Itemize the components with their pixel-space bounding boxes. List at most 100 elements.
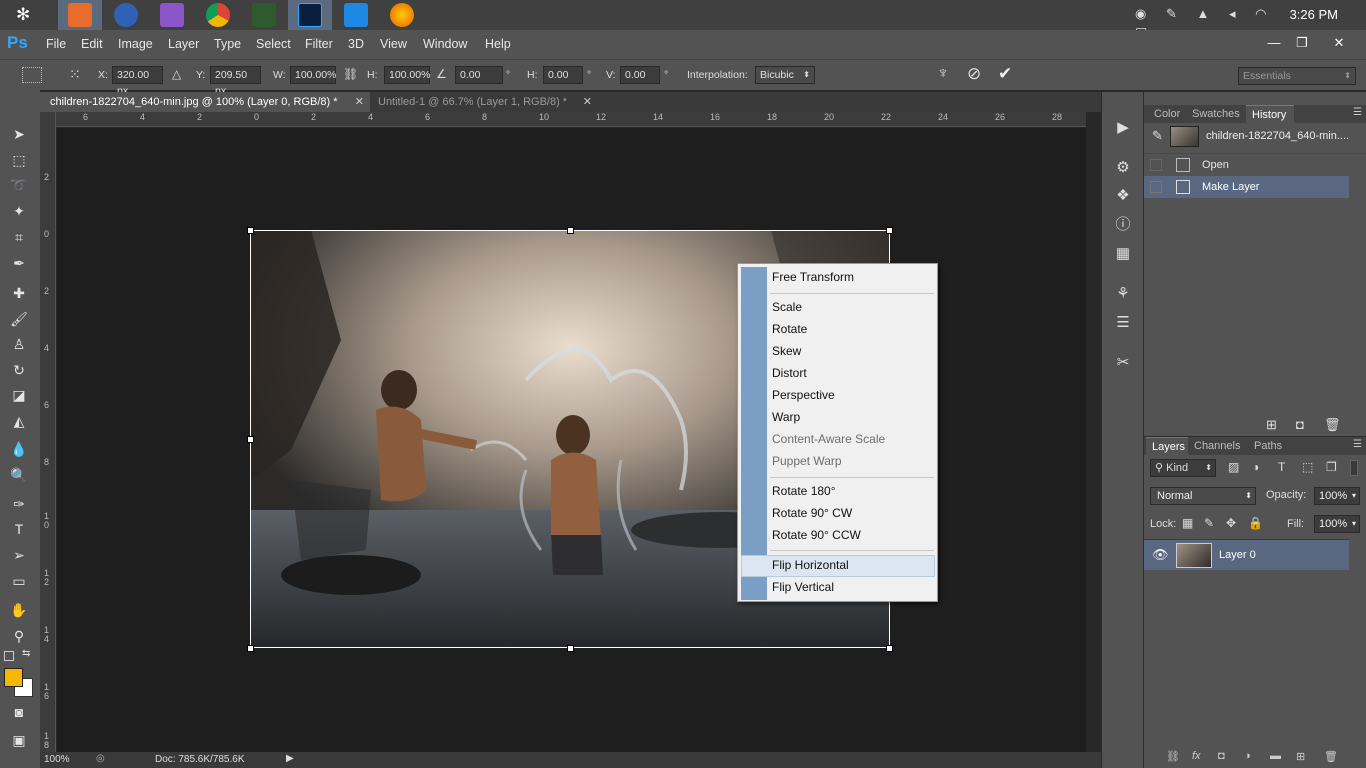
link-icon[interactable]: ⛓ [343,67,358,81]
transform-handle-ml[interactable] [247,436,254,443]
menu-type[interactable]: Type [214,37,241,51]
h-field[interactable]: 100.00% [384,66,430,84]
layer-filter-kind-select[interactable]: ⚲ Kind ⬍ [1150,459,1216,477]
filter-pixel-icon[interactable]: ▨ [1228,460,1239,474]
transform-handle-bc[interactable] [567,645,574,652]
info-icon[interactable]: ⓘ [1113,215,1133,235]
close-tab-icon[interactable]: ✕ [583,92,592,112]
layer-name[interactable]: Layer 0 [1219,549,1256,561]
menu-item-rotate-90-cw[interactable]: Rotate 90° CW [772,503,852,523]
transform-handle-tc[interactable] [567,227,574,234]
delete-state-icon[interactable]: 🗑 [1324,417,1341,433]
filter-smart-object-icon[interactable]: ❐ [1326,460,1337,474]
adjustments-icon[interactable]: ☰ [1113,313,1133,333]
menu-item-rotate-90-ccw[interactable]: Rotate 90° CCW [772,525,861,545]
filter-type-icon[interactable]: T [1278,460,1285,474]
tab-paths[interactable]: Paths [1250,437,1290,455]
new-layer-icon[interactable]: ⊞ [1296,750,1305,763]
menu-item-perspective[interactable]: Perspective [772,385,835,405]
tab-color[interactable]: Color [1148,105,1188,123]
quick-mask-icon[interactable]: ◙ [8,702,30,722]
history-checkbox[interactable] [1150,181,1162,193]
menu-view[interactable]: View [380,37,407,51]
menu-file[interactable]: File [46,37,66,51]
zoom-tool-icon[interactable]: ⚲ [8,626,30,646]
status-menu-arrow-icon[interactable]: ▶ [286,753,294,764]
opacity-field[interactable]: 100% ▾ [1314,487,1360,505]
transform-handle-br[interactable] [886,645,893,652]
adjustment-layer-icon[interactable]: ◑ [1244,750,1251,762]
menu-item-rotate-180[interactable]: Rotate 180° [772,481,836,501]
menu-item-warp[interactable]: Warp [772,407,800,427]
pen-tool-icon[interactable]: ✑ [8,494,30,514]
navigator-icon[interactable]: ⚙ [1113,158,1133,178]
panel-menu-icon[interactable]: ☰ [1353,439,1362,450]
lock-image-icon[interactable]: ✎ [1204,516,1214,530]
menu-item-flip-vertical[interactable]: Flip Vertical [772,577,834,597]
path-selection-tool-icon[interactable]: ➢ [8,545,30,565]
blend-mode-select[interactable]: Normal ⬍ [1150,487,1256,505]
menu-select[interactable]: Select [256,37,291,51]
blur-tool-icon[interactable]: 💧 [8,439,30,459]
tray-icons[interactable]: ◉ ✎ ▲ ◂ ◠ ▭ [1135,6,1275,37]
visibility-eye-icon[interactable]: 👁 [1152,547,1169,563]
lasso-tool-icon[interactable]: ➰ [8,175,30,195]
menu-edit[interactable]: Edit [81,37,103,51]
histogram-icon[interactable]: ▦ [1113,244,1133,264]
w-field[interactable]: 100.00% [290,66,336,84]
lock-all-icon[interactable]: 🔒 [1248,516,1263,530]
tab-layers[interactable]: Layers [1146,437,1188,455]
rectangle-tool-icon[interactable]: ▭ [8,571,30,591]
warp-mode-icon[interactable]: ♆ [937,65,949,83]
commit-transform-icon[interactable]: ✔ [998,64,1012,84]
link-layers-icon[interactable]: ⛓ [1166,750,1180,763]
close-tab-icon[interactable]: ✕ [355,92,364,112]
interpolation-select[interactable]: Bicubic ⬍ [755,66,815,84]
crop-tool-icon[interactable]: ⌗ [8,227,30,247]
gradient-tool-icon[interactable]: ◭ [8,411,30,431]
new-group-icon[interactable]: ▬ [1270,750,1281,762]
tab-document-2[interactable]: Untitled-1 @ 66.7% (Layer 1, RGB/8) * ✕ [368,92,598,112]
menu-item-free-transform[interactable]: Free Transform [772,267,854,287]
menu-help[interactable]: Help [485,37,511,51]
angle-field[interactable]: 0.00 [455,66,503,84]
brush-presets-icon[interactable]: ⚘ [1113,284,1133,304]
move-tool-icon[interactable]: ➤ [8,124,30,144]
clock[interactable]: 3:26 PM [1290,7,1338,22]
share-icon[interactable]: ◎ [96,753,105,764]
transform-handle-tr[interactable] [886,227,893,234]
minimize-button[interactable]: — [1261,32,1287,54]
eyedropper-tool-icon[interactable]: ✒ [8,253,30,273]
brush-tool-icon[interactable]: 🖌 [8,309,30,329]
menu-item-skew[interactable]: Skew [772,341,801,361]
filter-adjustment-icon[interactable]: ◑ [1252,460,1259,474]
filter-toggle[interactable] [1350,460,1358,476]
menu-item-distort[interactable]: Distort [772,363,807,383]
taskbar-app-3[interactable] [150,0,194,30]
marquee-tool-icon[interactable]: ⬚ [8,150,30,170]
actions-play-icon[interactable]: ▶ [1113,118,1133,138]
menu-window[interactable]: Window [423,37,467,51]
history-checkbox[interactable] [1150,159,1162,171]
filter-shape-icon[interactable]: ⬚ [1302,460,1313,474]
screen-mode-icon[interactable]: ▣ [8,730,30,750]
history-step-row[interactable]: Open [1144,153,1366,175]
start-icon[interactable]: ✻ [16,6,34,24]
dodge-tool-icon[interactable]: 🔍 [8,465,30,485]
menu-item-flip-horizontal[interactable]: Flip Horizontal [772,555,849,575]
eraser-tool-icon[interactable]: ◪ [8,385,30,405]
foreground-color-swatch[interactable] [4,668,23,687]
lock-position-icon[interactable]: ✥ [1226,516,1236,530]
snapshot-camera-icon[interactable]: ◘ [1296,417,1304,432]
fill-field[interactable]: 100% ▾ [1314,515,1360,533]
delete-layer-icon[interactable]: 🗑 [1324,750,1338,763]
reference-point-icon[interactable]: ⁙ [69,66,89,84]
history-snapshot-row[interactable]: ✎ children-1822704_640-min.... [1144,124,1366,150]
menu-layer[interactable]: Layer [168,37,199,51]
new-document-from-state-icon[interactable]: ⊞ [1266,417,1277,433]
hand-tool-icon[interactable]: ✋ [8,600,30,620]
swap-colors-icon[interactable]: ⇆ [22,648,30,659]
taskbar-chrome[interactable] [196,0,240,30]
type-tool-icon[interactable]: T [8,519,30,539]
workspace-select[interactable]: Essentials ⬍ [1238,67,1356,85]
